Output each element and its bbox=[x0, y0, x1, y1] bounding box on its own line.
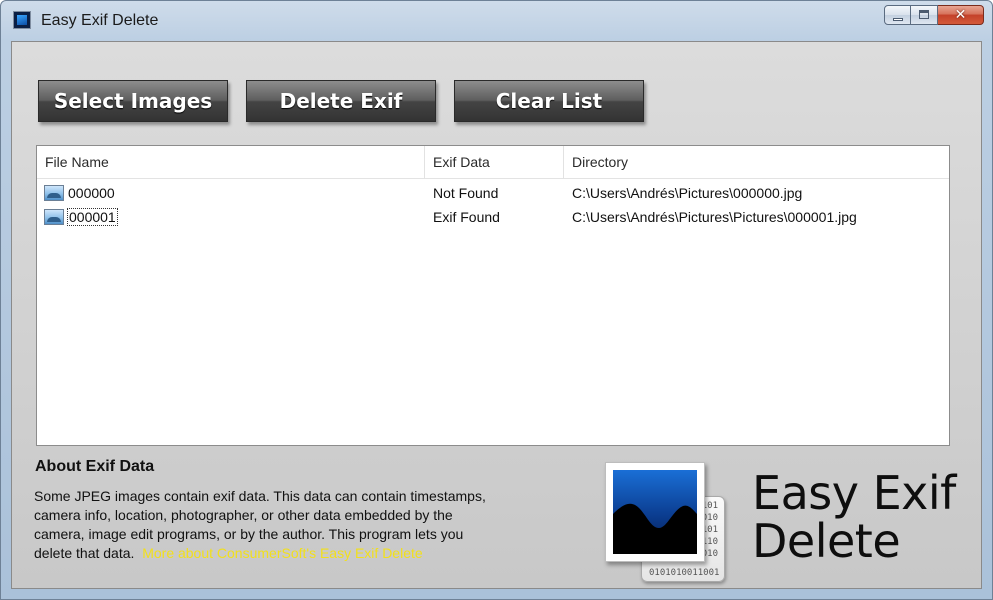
column-header-directory[interactable]: Directory bbox=[564, 146, 949, 179]
about-line: Some JPEG images contain exif data. This… bbox=[34, 488, 486, 504]
caption-buttons: ✕ bbox=[884, 5, 984, 25]
select-images-button[interactable]: Select Images bbox=[38, 80, 228, 122]
maximize-icon bbox=[919, 10, 929, 19]
file-name: 000000 bbox=[68, 185, 115, 201]
close-button[interactable]: ✕ bbox=[938, 5, 984, 25]
more-info-link[interactable]: More about ConsumerSoft's Easy Exif Dele… bbox=[142, 545, 422, 561]
table-row[interactable]: 000001 Exif Found C:\Users\Andrés\Pictur… bbox=[37, 205, 949, 229]
file-directory: C:\Users\Andrés\Pictures\Pictures\000001… bbox=[572, 209, 857, 225]
delete-exif-button[interactable]: Delete Exif bbox=[246, 80, 436, 122]
photo-icon bbox=[605, 462, 705, 562]
product-name-line-2: Delete bbox=[752, 514, 901, 568]
app-photo-icon[interactable] bbox=[13, 11, 31, 29]
app-window: Easy Exif Delete ✕ Select Images Delete … bbox=[0, 0, 993, 600]
about-line: delete that data. bbox=[34, 545, 135, 561]
about-line: camera info, location, photographer, or … bbox=[34, 507, 453, 523]
about-description: Some JPEG images contain exif data. This… bbox=[34, 487, 534, 563]
column-header-file-name[interactable]: File Name bbox=[37, 146, 425, 179]
clear-list-button[interactable]: Clear List bbox=[454, 80, 644, 122]
product-logo: 101 010 101 110 010 0101010011001 bbox=[605, 462, 735, 584]
table-row[interactable]: 000000 Not Found C:\Users\Andrés\Picture… bbox=[37, 181, 949, 205]
file-name-cell: 000001 bbox=[67, 205, 118, 229]
mountain-silhouette-icon bbox=[613, 503, 697, 554]
minimize-icon bbox=[893, 18, 903, 21]
photo-landscape bbox=[613, 470, 697, 554]
window-title: Easy Exif Delete bbox=[41, 12, 159, 29]
file-directory: C:\Users\Andrés\Pictures\000000.jpg bbox=[572, 185, 803, 201]
minimize-button[interactable] bbox=[884, 5, 911, 25]
binary-line: 0101010011001 bbox=[649, 568, 720, 578]
exif-status: Not Found bbox=[433, 185, 499, 201]
maximize-button[interactable] bbox=[911, 5, 938, 25]
about-title: About Exif Data bbox=[35, 458, 155, 475]
product-name-line-1: Easy Exif bbox=[752, 466, 956, 520]
about-line: camera, image edit programs, or by the a… bbox=[34, 526, 464, 542]
file-list[interactable]: File Name Exif Data Directory 000000 Not… bbox=[36, 145, 950, 446]
column-header-exif-data[interactable]: Exif Data bbox=[425, 146, 564, 179]
list-header: File Name Exif Data Directory bbox=[37, 146, 949, 179]
file-name: 000001 bbox=[67, 208, 118, 226]
client-area: Select Images Delete Exif Clear List Fil… bbox=[11, 41, 982, 589]
image-file-icon bbox=[44, 209, 64, 225]
image-file-icon bbox=[44, 185, 64, 201]
close-icon: ✕ bbox=[954, 7, 967, 23]
title-bar[interactable]: Easy Exif Delete ✕ bbox=[1, 1, 992, 41]
exif-status: Exif Found bbox=[433, 209, 500, 225]
product-name: Easy Exif Delete bbox=[752, 470, 967, 566]
